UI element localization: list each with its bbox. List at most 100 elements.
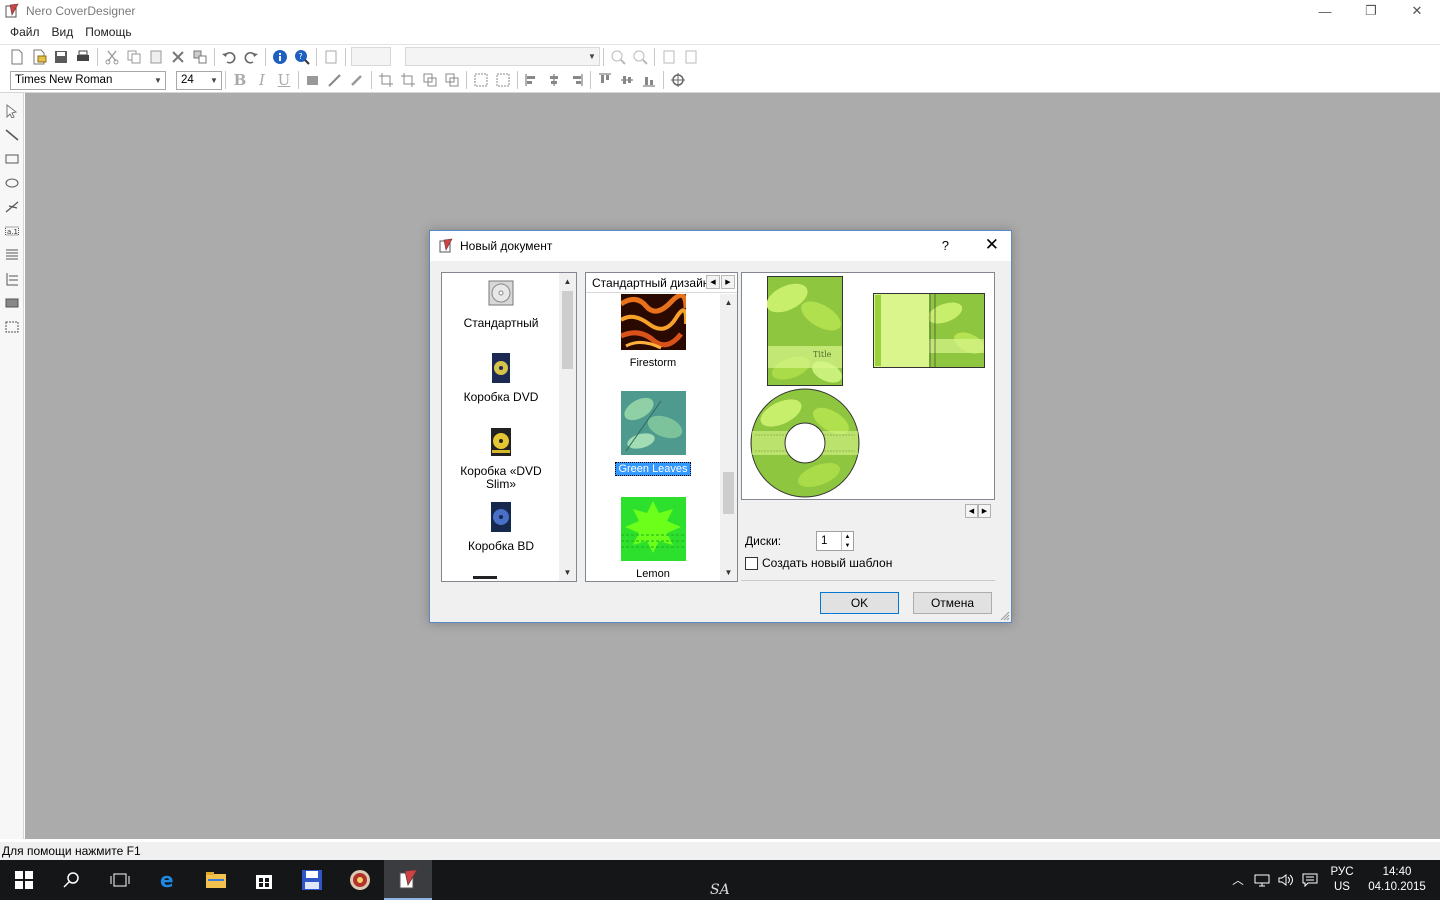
text-tool[interactable]: a.1 (0, 219, 24, 243)
align-right-button[interactable] (565, 69, 587, 91)
print-button[interactable] (72, 46, 94, 68)
align-bottom-button[interactable] (638, 69, 660, 91)
taskbar-save-app[interactable] (288, 860, 336, 900)
checkbox-box[interactable] (745, 556, 758, 570)
page-button[interactable] (320, 46, 342, 68)
preview-scroll[interactable]: ◀ ▶ (965, 504, 991, 518)
font-combo[interactable]: Times New Roman ▼ (10, 70, 166, 90)
ellipse-tool[interactable] (0, 171, 24, 195)
align-middle-button[interactable] (616, 69, 638, 91)
cancel-button[interactable]: Отмена (913, 592, 992, 614)
project-type-list[interactable]: Стандартный Коробка DVD Коробка «DVD Sli… (441, 272, 577, 582)
ungroup-button[interactable] (492, 69, 514, 91)
zoom-combo[interactable]: ▼ (405, 47, 600, 66)
scroll-down-icon[interactable]: ▼ (720, 564, 737, 581)
clock[interactable]: 14:40 04.10.2015 (1362, 865, 1432, 895)
help-search-button[interactable]: ? (291, 46, 313, 68)
design-list[interactable]: Стандартный дизайн ◀ ▶ Firestorm Green L… (585, 272, 738, 582)
list-item[interactable]: Коробка BD (442, 502, 560, 553)
save-button[interactable] (50, 46, 72, 68)
list-item[interactable]: Green Leaves (586, 391, 720, 476)
delete-button[interactable] (167, 46, 189, 68)
italic-button[interactable]: I (251, 69, 273, 91)
menu-help[interactable]: Помощь (79, 25, 137, 39)
info-button[interactable] (269, 46, 291, 68)
send-back-button[interactable] (441, 69, 463, 91)
fit-width-button[interactable] (680, 46, 702, 68)
taskbar-nero[interactable] (336, 860, 384, 900)
scroll-up-icon[interactable]: ▲ (720, 294, 737, 311)
tab-standard-design[interactable]: Стандартный дизайн (592, 276, 709, 290)
center-page-button[interactable] (667, 69, 689, 91)
new-template-checkbox[interactable]: Создать новый шаблон (745, 556, 892, 570)
scroll-thumb[interactable] (723, 472, 734, 514)
rectangle-tool[interactable] (0, 147, 24, 171)
cut-button[interactable] (101, 46, 123, 68)
list-tool[interactable] (0, 267, 24, 291)
ok-button[interactable]: OK (820, 592, 899, 614)
tray-volume[interactable] (1274, 873, 1298, 887)
language-indicator[interactable]: РУС US (1322, 865, 1362, 895)
list-item[interactable]: Firestorm (586, 292, 720, 369)
crop-button[interactable] (375, 69, 397, 91)
bring-front-button[interactable] (419, 69, 441, 91)
tab-prev-icon[interactable]: ◀ (706, 275, 720, 289)
preview-prev-icon[interactable]: ◀ (965, 504, 978, 518)
pen-button[interactable] (324, 69, 346, 91)
line-tool[interactable] (0, 123, 24, 147)
resize-grip-icon[interactable] (1000, 611, 1010, 621)
list-item[interactable]: Lemon (586, 497, 720, 580)
stepper-down-icon[interactable]: ▼ (845, 543, 851, 549)
tray-notifications[interactable] (1298, 873, 1322, 887)
scroll-up-icon[interactable]: ▲ (559, 273, 576, 290)
align-top-button[interactable] (594, 69, 616, 91)
font-size-combo[interactable]: 24 ▼ (176, 70, 222, 90)
underline-button[interactable]: U (273, 69, 295, 91)
tab-next-icon[interactable]: ▶ (721, 275, 735, 289)
toolbar-empty-field[interactable] (351, 47, 391, 66)
select-tool[interactable] (0, 99, 24, 123)
duplicate-button[interactable] (189, 46, 211, 68)
undo-button[interactable] (218, 46, 240, 68)
zoom-out-button[interactable] (629, 46, 651, 68)
frame-tool[interactable] (0, 315, 24, 339)
bold-button[interactable]: B (229, 69, 251, 91)
align-center-button[interactable] (543, 69, 565, 91)
redo-button[interactable] (240, 46, 262, 68)
help-button[interactable]: ? (942, 238, 949, 253)
menu-view[interactable]: Вид (46, 25, 80, 39)
disks-stepper[interactable]: 1 ▲ ▼ (816, 531, 854, 551)
tray-chevron[interactable]: ︿ (1226, 872, 1250, 888)
taskbar-explorer[interactable] (192, 860, 240, 900)
paste-button[interactable] (145, 46, 167, 68)
restore-button[interactable]: ❐ (1348, 0, 1394, 22)
dialog-close-button[interactable]: ✕ (985, 235, 999, 255)
tray-network[interactable] (1250, 873, 1274, 887)
close-button[interactable]: ✕ (1394, 0, 1440, 22)
copy-button[interactable] (123, 46, 145, 68)
fill-button[interactable] (302, 69, 324, 91)
list-item[interactable]: Коробка DVD (442, 353, 560, 404)
menu-file[interactable]: Файл (4, 25, 46, 39)
zoom-in-button[interactable] (607, 46, 629, 68)
scroll-thumb[interactable] (562, 291, 573, 369)
eyedropper-button[interactable] (346, 69, 368, 91)
taskbar-store[interactable] (240, 860, 288, 900)
image-tool[interactable] (0, 291, 24, 315)
open-button[interactable] (28, 46, 50, 68)
preview-next-icon[interactable]: ▶ (978, 504, 991, 518)
align-left-button[interactable] (521, 69, 543, 91)
paragraph-tool[interactable] (0, 243, 24, 267)
curve-tool[interactable] (0, 195, 24, 219)
project-list-scrollbar[interactable]: ▲ ▼ (559, 273, 576, 581)
task-view-button[interactable] (96, 860, 144, 900)
design-list-scrollbar[interactable]: ▲ ▼ (720, 294, 737, 581)
group-button[interactable] (470, 69, 492, 91)
minimize-button[interactable]: — (1302, 0, 1348, 22)
list-item[interactable]: Коробка «DVD Slim» (442, 427, 560, 491)
new-button[interactable] (6, 46, 28, 68)
crop2-button[interactable] (397, 69, 419, 91)
list-item[interactable]: Стандартный (442, 279, 560, 330)
fit-page-button[interactable] (658, 46, 680, 68)
taskbar-coverdesigner[interactable] (384, 860, 432, 900)
